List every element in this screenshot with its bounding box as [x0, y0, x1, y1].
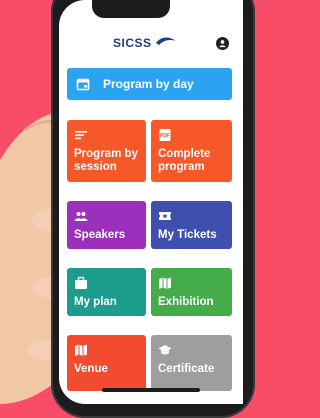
- my-tickets-tile[interactable]: My Tickets: [151, 201, 232, 249]
- briefcase-icon: [75, 276, 87, 289]
- speakers-tile[interactable]: Speakers: [67, 201, 146, 249]
- program-by-session-tile[interactable]: Program by session: [67, 120, 146, 182]
- app-logo: SICSS: [113, 36, 152, 50]
- app-header: SICSS: [59, 0, 243, 62]
- exhibition-tile[interactable]: Exhibition: [151, 268, 232, 316]
- venue-tile[interactable]: Venue: [67, 335, 146, 391]
- certificate-tile[interactable]: Certificate: [151, 335, 232, 391]
- ticket-icon: [159, 212, 171, 220]
- program-by-day-tile[interactable]: Program by day: [67, 68, 232, 100]
- home-indicator: [102, 388, 200, 392]
- app-screen: SICSS Program by day Program by session …: [59, 0, 243, 404]
- logo-swoosh-icon: [156, 37, 176, 45]
- map-icon: [75, 344, 87, 356]
- list-icon: [75, 131, 87, 140]
- certificate-label: Certificate: [158, 363, 215, 375]
- exhibition-label: Exhibition: [158, 296, 214, 308]
- account-icon[interactable]: [216, 37, 229, 50]
- calendar-icon: [76, 78, 90, 91]
- svg-text:PDF: PDF: [160, 133, 170, 139]
- venue-label: Venue: [74, 363, 108, 375]
- my-tickets-label: My Tickets: [158, 229, 217, 241]
- my-plan-label: My plan: [74, 296, 117, 308]
- program-by-session-label: Program by session: [74, 148, 138, 173]
- complete-program-tile[interactable]: PDF Complete program: [151, 120, 232, 182]
- complete-program-label: Complete program: [158, 148, 211, 173]
- speakers-label: Speakers: [74, 229, 126, 241]
- people-icon: [74, 212, 88, 221]
- graduation-cap-icon: [158, 345, 172, 355]
- my-plan-tile[interactable]: My plan: [67, 268, 146, 316]
- map-icon: [159, 277, 171, 289]
- program-by-day-label: Program by day: [103, 76, 194, 91]
- pdf-icon: PDF: [159, 129, 171, 141]
